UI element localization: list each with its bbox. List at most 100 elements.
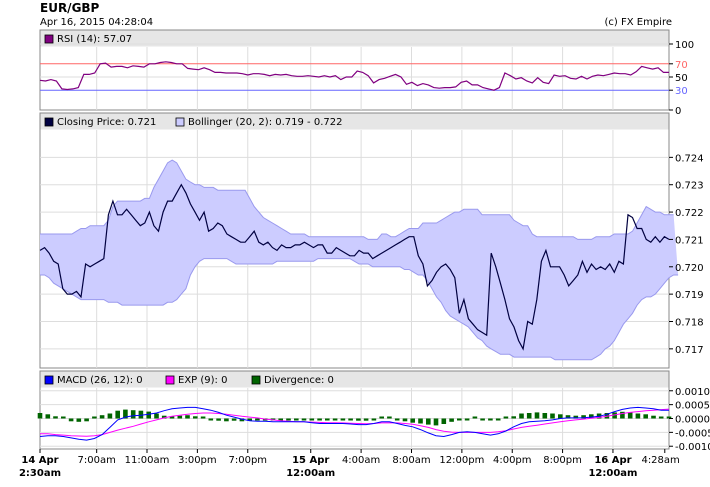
divergence-bar <box>379 416 384 419</box>
divergence-bar <box>99 415 105 419</box>
divergence-bar <box>61 416 66 419</box>
divergence-bar <box>480 418 485 421</box>
x-tick-label: 11:00am <box>125 455 170 466</box>
bollinger-legend-label: Bollinger (20, 2): 0.719 - 0.722 <box>188 117 342 128</box>
macd-legend-swatch <box>44 375 54 385</box>
divergence-bar <box>363 418 369 421</box>
divergence-bar <box>449 418 454 422</box>
price-tick-label: 0.721 <box>675 235 704 246</box>
divergence-bar <box>286 418 291 421</box>
x-tick-label: 4:00pm <box>493 455 532 466</box>
divergence-bar <box>154 413 159 419</box>
divergence-bar <box>387 416 392 419</box>
divergence-bar <box>418 418 423 424</box>
divergence-bar <box>193 416 198 419</box>
divergence-bar <box>130 410 136 419</box>
divergence-bar <box>208 418 214 421</box>
x-tick-label: 3:00pm <box>178 455 217 466</box>
divergence-bar <box>658 416 664 419</box>
divergence-bar <box>635 413 641 419</box>
divergence-bar <box>495 418 501 421</box>
macd-tick-label: 0.0005 <box>675 401 710 412</box>
price-tick-label: 0.720 <box>675 263 704 274</box>
divergence-bar <box>441 418 447 424</box>
x-tick-label: 4:00am <box>342 455 380 466</box>
divergence-bar <box>294 418 299 421</box>
close-legend-label: Closing Price: 0.721 <box>57 117 156 128</box>
exp-legend-swatch <box>165 375 175 385</box>
divergence-bar <box>402 418 408 422</box>
divergence-bar <box>53 416 58 419</box>
divergence-bar <box>410 418 415 423</box>
divergence-bar <box>325 418 330 421</box>
x-tick-label: 4:28am <box>641 455 679 466</box>
divergence-bar <box>542 413 548 419</box>
divergence-bar <box>332 418 338 421</box>
divergence-bar <box>348 418 353 421</box>
divergence-bar <box>301 418 307 421</box>
divergence-bar <box>472 416 478 419</box>
close-legend-swatch <box>44 117 54 127</box>
divergence-bar <box>488 418 493 421</box>
rsi-legend-label: RSI (14): 57.07 <box>57 34 132 45</box>
x-tick-label-2: 2:30am <box>19 468 61 479</box>
macd-tick-label: 0.0000 <box>675 415 710 426</box>
divergence-bar <box>534 412 540 419</box>
divergence-bar <box>558 414 563 419</box>
divergence-bar <box>356 418 361 421</box>
divergence-legend-swatch <box>251 375 261 385</box>
divergence-bar <box>255 418 260 421</box>
divergence-bar <box>146 411 151 419</box>
x-tick-label-2: 12:00am <box>588 468 637 479</box>
macd-legend-label: MACD (26, 12): 0 <box>57 375 143 386</box>
macd-tick-label: -0.0005 <box>675 428 710 439</box>
divergence-bar <box>457 418 462 421</box>
divergence-bar <box>76 418 82 422</box>
price-tick-label: 0.718 <box>675 317 704 328</box>
divergence-bar <box>185 415 190 419</box>
divergence-bar <box>340 418 346 421</box>
divergence-bar <box>45 414 51 419</box>
x-tick-label: 12:00pm <box>439 455 484 466</box>
divergence-bar <box>92 416 97 419</box>
divergence-bar <box>394 418 400 421</box>
price-tick-label: 0.717 <box>675 345 704 356</box>
rsi-tick-label: 70 <box>675 60 688 71</box>
x-tick-label: 7:00pm <box>228 455 267 466</box>
divergence-bar <box>224 418 229 422</box>
divergence-bar <box>68 418 74 422</box>
rsi-tick-label: 50 <box>675 73 688 84</box>
divergence-bar <box>107 413 113 419</box>
divergence-bar <box>550 413 555 419</box>
divergence-bar <box>526 413 532 419</box>
divergence-bar <box>511 416 516 419</box>
macd-tick-label: -0.0010 <box>675 442 710 453</box>
x-tick-label: 7:00am <box>78 455 116 466</box>
divergence-bar <box>519 413 524 419</box>
rsi-tick-label: 100 <box>675 40 694 51</box>
x-tick-label: 8:00am <box>392 455 430 466</box>
x-tick-label: 14 Apr <box>21 455 58 466</box>
bollinger-legend-swatch <box>175 117 185 127</box>
divergence-bar <box>433 418 439 426</box>
divergence-bar <box>216 418 221 421</box>
x-tick-label-2: 12:00am <box>286 468 335 479</box>
divergence-bar <box>371 418 377 421</box>
divergence-bar <box>37 413 43 419</box>
fx-chart: 0 30 50 70 100 RSI (14): 57.07 0.717 0.718 0.719… <box>19 29 710 479</box>
x-tick-label: 15 Apr <box>292 455 329 466</box>
divergence-bar <box>231 418 237 421</box>
x-tick-label: 8:00pm <box>543 455 582 466</box>
divergence-bar <box>464 418 470 421</box>
divergence-bar <box>643 414 648 419</box>
divergence-bar <box>177 415 183 419</box>
price-tick-label: 0.724 <box>675 153 704 164</box>
divergence-bar <box>503 416 509 419</box>
exp-legend-label: EXP (9): 0 <box>178 375 227 386</box>
price-tick-label: 0.723 <box>675 181 704 192</box>
divergence-bar <box>84 418 89 422</box>
divergence-bar <box>627 412 633 419</box>
divergence-bar <box>115 410 120 419</box>
x-tick-label: 16 Apr <box>594 455 631 466</box>
rsi-tick-label: 0 <box>675 106 681 117</box>
